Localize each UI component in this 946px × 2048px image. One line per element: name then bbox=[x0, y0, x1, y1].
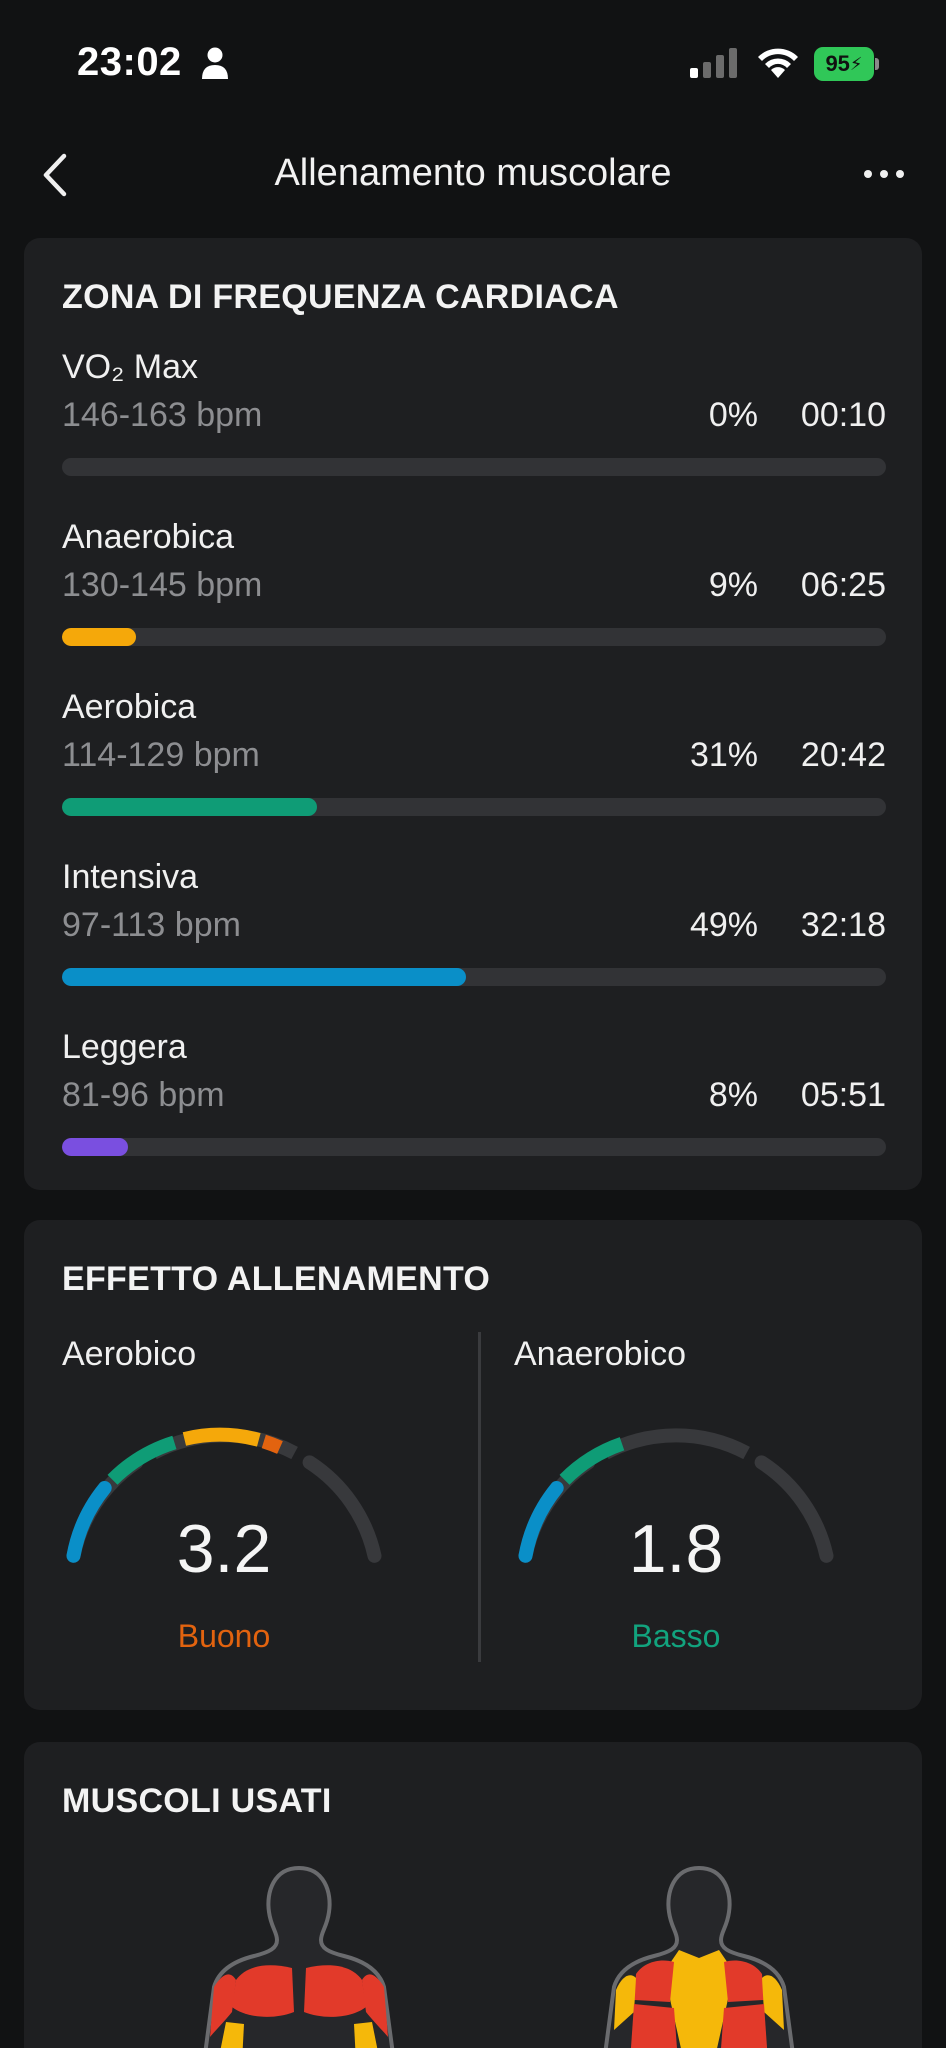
zone-time: 20:42 bbox=[800, 736, 886, 774]
zone-time: 00:10 bbox=[800, 396, 886, 434]
status-bar: 23:02 95 ⚡ bbox=[0, 0, 946, 120]
back-body-figure bbox=[603, 1865, 795, 2048]
cellular-signal-icon bbox=[690, 48, 737, 78]
heart-zone-title: ZONA DI FREQUENZA CARDIACA bbox=[62, 278, 619, 316]
zone-time: 05:51 bbox=[800, 1076, 886, 1114]
zone-percent: 0% bbox=[708, 396, 758, 434]
zone-time: 32:18 bbox=[800, 906, 886, 944]
battery-icon: 95 ⚡ bbox=[814, 47, 880, 81]
zone-progress-bar bbox=[62, 458, 886, 476]
aerobic-status: Buono bbox=[177, 1618, 271, 1654]
zone-name: VO₂ Max bbox=[62, 348, 198, 386]
wifi-icon bbox=[758, 48, 798, 78]
zone-percent: 9% bbox=[708, 566, 758, 604]
page-title: Allenamento muscolare bbox=[274, 152, 672, 194]
muscles-title: MUSCOLI USATI bbox=[62, 1782, 332, 1820]
aerobic-effect: Aerobico 3.2 Buono bbox=[24, 1220, 444, 1654]
zone-row: Intensiva 97-113 bpm 49% 32:18 bbox=[62, 858, 886, 1018]
zone-range: 97-113 bpm bbox=[62, 906, 241, 944]
anaerobic-effect: Anaerobico 1.8 Basso bbox=[476, 1220, 896, 1654]
zone-range: 81-96 bpm bbox=[62, 1076, 225, 1114]
zone-progress-bar bbox=[62, 798, 886, 816]
person-icon bbox=[202, 47, 228, 79]
zone-row: Anaerobica 130-145 bpm 9% 06:25 bbox=[62, 518, 886, 678]
zone-percent: 31% bbox=[689, 736, 758, 774]
zone-range: 114-129 bpm bbox=[62, 736, 260, 774]
zone-progress-bar bbox=[62, 968, 886, 986]
heart-zone-card: ZONA DI FREQUENZA CARDIACA VO₂ Max 146-1… bbox=[24, 238, 922, 1190]
zone-percent: 8% bbox=[708, 1076, 758, 1114]
muscles-card: MUSCOLI USATI bbox=[24, 1742, 922, 2048]
training-effect-card: EFFETTO ALLENAMENTO Aerobico 3.2 Buono A… bbox=[24, 1220, 922, 1710]
zone-name: Leggera bbox=[62, 1028, 187, 1066]
aerobic-value: 3.2 bbox=[176, 1511, 272, 1587]
zone-percent: 49% bbox=[689, 906, 758, 944]
zone-range: 130-145 bpm bbox=[62, 566, 263, 604]
zone-row: Leggera 81-96 bpm 8% 05:51 bbox=[62, 1028, 886, 1188]
zone-name: Aerobica bbox=[62, 688, 197, 726]
battery-level: 95 bbox=[825, 51, 850, 76]
anaerobic-status: Basso bbox=[631, 1618, 721, 1654]
zone-name: Anaerobica bbox=[62, 518, 235, 556]
anaerobic-value: 1.8 bbox=[628, 1511, 724, 1587]
zone-range: 146-163 bpm bbox=[62, 396, 263, 434]
zone-row: Aerobica 114-129 bpm 31% 20:42 bbox=[62, 688, 886, 848]
zone-row: VO₂ Max 146-163 bpm 0% 00:10 bbox=[62, 348, 886, 508]
zone-progress-bar bbox=[62, 1138, 886, 1156]
more-options-icon[interactable] bbox=[862, 164, 906, 184]
aerobic-label: Aerobico bbox=[62, 1335, 197, 1373]
anaerobic-label: Anaerobico bbox=[514, 1335, 687, 1373]
navigation-bar: Allenamento muscolare bbox=[0, 130, 946, 220]
status-time: 23:02 bbox=[77, 40, 182, 84]
zone-name: Intensiva bbox=[62, 858, 199, 896]
zone-progress-bar bbox=[62, 628, 886, 646]
front-body-figure bbox=[203, 1865, 395, 2048]
zone-time: 06:25 bbox=[800, 566, 886, 604]
